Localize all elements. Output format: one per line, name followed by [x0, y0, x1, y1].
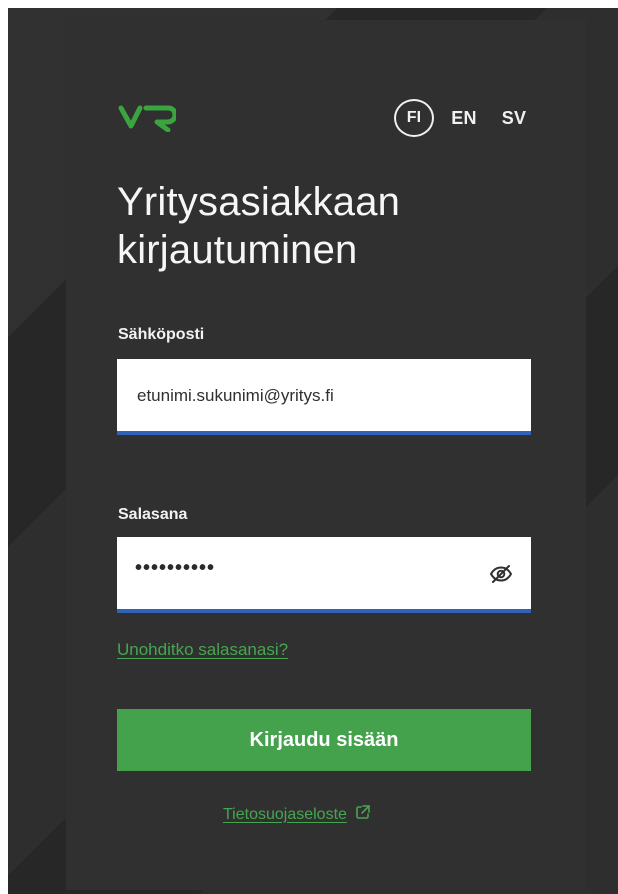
language-fi-button[interactable]: FI — [394, 99, 434, 137]
title-line-2: kirjautuminen — [117, 228, 358, 272]
title-line-1: Yritysasiakkaan — [117, 180, 401, 224]
password-input[interactable]: •••••••••• — [135, 557, 215, 580]
password-field-container: •••••••••• — [117, 537, 531, 613]
language-en-button[interactable]: EN — [444, 98, 484, 138]
login-card: FI EN SV Yritysasiakkaan kirjautuminen S… — [66, 20, 586, 890]
page-title: Yritysasiakkaan kirjautuminen — [117, 178, 507, 274]
privacy-link[interactable]: Tietosuojaseloste — [223, 804, 371, 825]
eye-slash-icon[interactable] — [489, 562, 513, 586]
password-label: Salasana — [118, 506, 188, 523]
privacy-link-label[interactable]: Tietosuojaseloste — [223, 806, 347, 824]
email-field-container — [117, 359, 531, 435]
page-backdrop: FI EN SV Yritysasiakkaan kirjautuminen S… — [8, 8, 618, 894]
language-switcher: FI EN SV — [394, 98, 534, 138]
vr-logo — [118, 101, 180, 135]
email-label: Sähköposti — [118, 326, 205, 343]
login-button[interactable]: Kirjaudu sisään — [117, 709, 531, 771]
forgot-password-link[interactable]: Unohditko salasanasi? — [117, 640, 288, 660]
language-sv-button[interactable]: SV — [494, 98, 534, 138]
email-input[interactable] — [135, 359, 499, 433]
header-row: FI EN SV — [118, 94, 534, 142]
external-link-icon — [355, 804, 371, 825]
